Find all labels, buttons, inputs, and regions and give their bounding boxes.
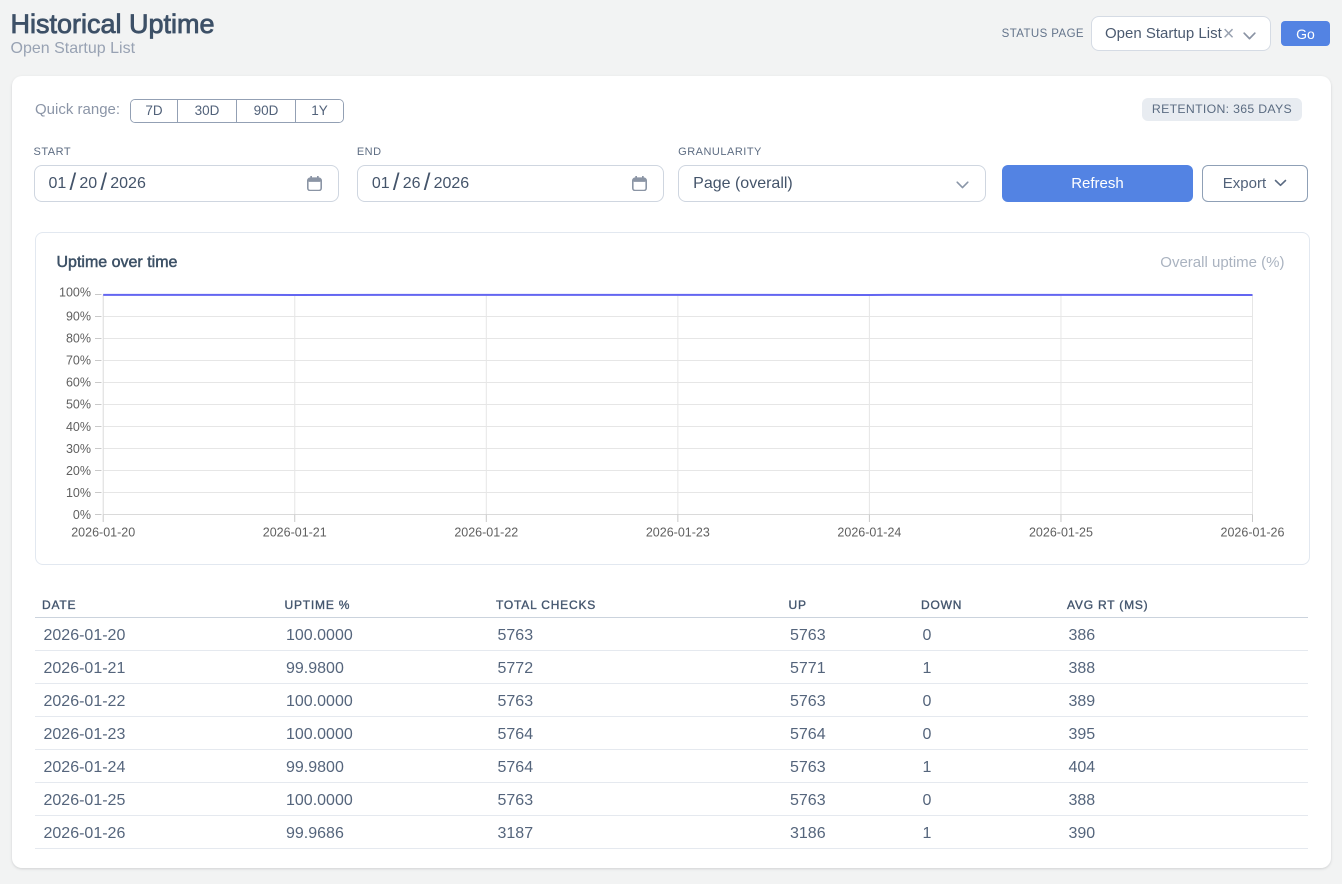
svg-text:2026-01-23: 2026-01-23 xyxy=(645,526,709,540)
svg-text:60%: 60% xyxy=(65,376,90,390)
svg-text:2026-01-25: 2026-01-25 xyxy=(1028,526,1092,540)
svg-text:20%: 20% xyxy=(65,464,90,478)
svg-text:0%: 0% xyxy=(72,508,90,522)
svg-text:2026-01-24: 2026-01-24 xyxy=(837,526,901,540)
svg-text:2026-01-21: 2026-01-21 xyxy=(262,526,326,540)
svg-text:10%: 10% xyxy=(65,486,90,500)
svg-text:100%: 100% xyxy=(59,286,91,300)
svg-text:2026-01-22: 2026-01-22 xyxy=(454,526,518,540)
svg-text:70%: 70% xyxy=(65,354,90,368)
svg-text:2026-01-26: 2026-01-26 xyxy=(1220,526,1284,540)
svg-text:80%: 80% xyxy=(65,332,90,346)
svg-text:50%: 50% xyxy=(65,398,90,412)
svg-text:90%: 90% xyxy=(65,309,90,323)
svg-text:2026-01-20: 2026-01-20 xyxy=(71,526,135,540)
svg-text:40%: 40% xyxy=(65,420,90,434)
svg-text:30%: 30% xyxy=(65,442,90,456)
